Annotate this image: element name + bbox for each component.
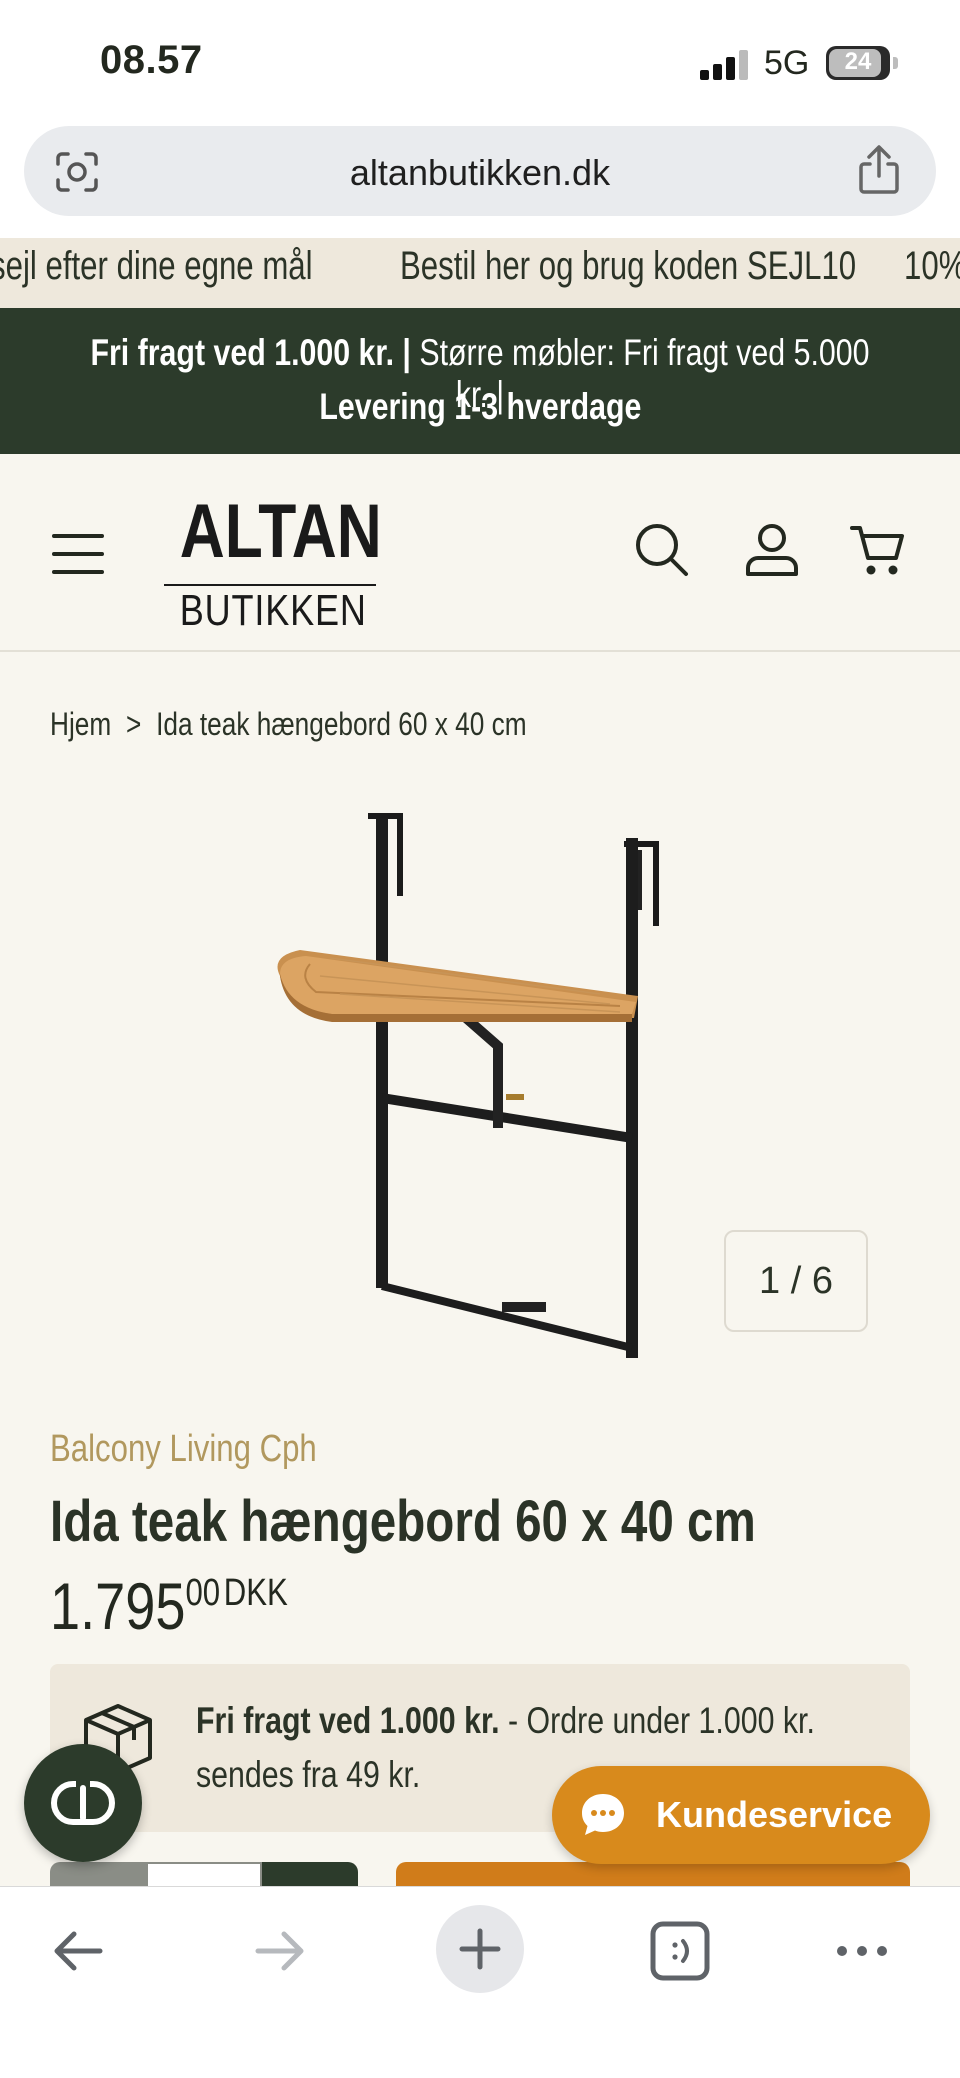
- logo-top-text: ALTAN: [179, 489, 382, 574]
- marquee-item: Bestil her og brug koden SEJL10: [400, 244, 857, 288]
- floating-action-button[interactable]: [24, 1744, 142, 1862]
- price-currency: DKK: [223, 1572, 288, 1614]
- logo-bottom-text: BUTIKKEN: [179, 586, 367, 635]
- color-swatch-grey[interactable]: [50, 1862, 146, 1886]
- hamburger-icon[interactable]: [52, 534, 104, 574]
- plus-icon: [459, 1928, 501, 1970]
- color-swatch-white[interactable]: [146, 1862, 262, 1886]
- product-brand[interactable]: Balcony Living Cph: [50, 1428, 375, 1471]
- customer-service-label: Kundeservice: [656, 1794, 893, 1835]
- product-image[interactable]: [240, 808, 720, 1368]
- site-logo[interactable]: ALTAN BUTIKKEN: [160, 484, 382, 635]
- more-icon[interactable]: [832, 1921, 892, 1981]
- search-icon[interactable]: [632, 520, 692, 580]
- battery-level: 24: [844, 48, 872, 75]
- signal-icon: [700, 50, 748, 80]
- price-cents: 00: [185, 1572, 221, 1614]
- browser-bottom-nav: [0, 1886, 960, 2078]
- status-bar: 08.57 5G 24: [0, 0, 960, 120]
- battery-icon: 24: [826, 46, 898, 80]
- customer-service-button[interactable]: Kundeservice: [552, 1766, 930, 1864]
- marquee-item: 10%: [904, 244, 960, 288]
- browser-toolbar: altanbutikken.dk: [0, 120, 960, 238]
- breadcrumb: Hjem > Ida teak hængebord 60 x 40 cm: [50, 706, 631, 743]
- url-text[interactable]: altanbutikken.dk: [24, 152, 936, 194]
- shipping-info-rest: - Ordre under 1.000 kr.: [499, 1700, 815, 1741]
- forward-icon[interactable]: [250, 1921, 310, 1981]
- shipping-info-line2: sendes fra 49 kr.: [196, 1754, 421, 1795]
- breadcrumb-current: Ida teak hængebord 60 x 40 cm: [156, 706, 527, 742]
- chat-bubble-icon: [582, 1794, 624, 1835]
- gallery-counter: 1 / 6: [724, 1230, 868, 1332]
- shipping-info-bold: Fri fragt ved 1.000 kr.: [196, 1700, 500, 1741]
- tabs-icon[interactable]: [650, 1921, 710, 1981]
- add-to-cart-button[interactable]: [396, 1862, 910, 1886]
- promo-marquee: sejl efter dine egne mål Bestil her og b…: [0, 238, 960, 308]
- network-label: 5G: [764, 44, 810, 82]
- marquee-item: sejl efter dine egne mål: [0, 244, 313, 288]
- color-swatch-green[interactable]: [262, 1862, 358, 1886]
- price-main: 1.795: [50, 1569, 186, 1643]
- cart-icon[interactable]: [848, 520, 908, 580]
- product-title: Ida teak hængebord 60 x 40 cm: [50, 1489, 756, 1554]
- shipping-banner: Fri fragt ved 1.000 kr. | Større møbler:…: [0, 308, 960, 454]
- loop-icon: [51, 1781, 115, 1825]
- site-header: ALTAN BUTIKKEN: [0, 454, 960, 652]
- banner-delivery: Levering 1-3 hverdage: [318, 386, 642, 427]
- share-icon[interactable]: [856, 144, 902, 196]
- banner-free-shipping: Fri fragt ved 1.000 kr. |: [90, 332, 411, 373]
- back-icon[interactable]: [48, 1921, 108, 1981]
- address-bar[interactable]: altanbutikken.dk: [24, 126, 936, 216]
- breadcrumb-separator: >: [125, 706, 142, 742]
- breadcrumb-home[interactable]: Hjem: [50, 706, 111, 742]
- user-icon[interactable]: [742, 520, 802, 580]
- new-tab-button[interactable]: [436, 1905, 524, 1993]
- product-price: 1.79500 DKK: [50, 1568, 340, 1644]
- status-time: 08.57: [100, 38, 203, 82]
